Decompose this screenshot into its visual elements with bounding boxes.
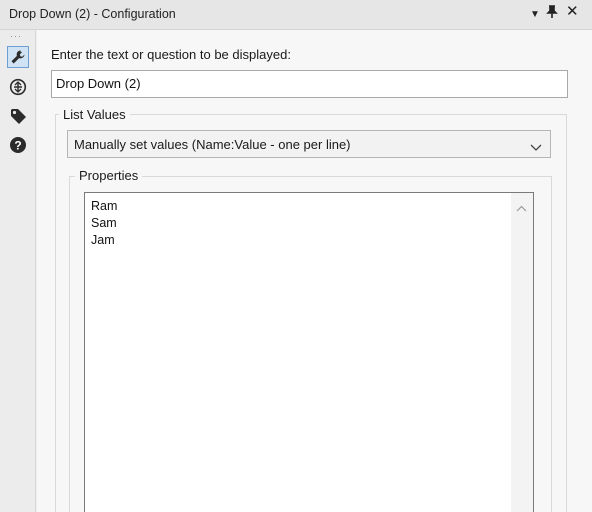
sidebar-item-annotation[interactable] — [7, 105, 29, 127]
prompt-label: Enter the text or question to be display… — [51, 47, 291, 62]
chevron-down-icon — [530, 140, 542, 155]
tag-icon — [9, 107, 27, 125]
vertical-scrollbar[interactable] — [511, 193, 533, 512]
list-mode-value: Manually set values (Name:Value - one pe… — [74, 137, 351, 152]
sidebar: ··· ? — [0, 30, 36, 512]
properties-label: Properties — [75, 168, 143, 183]
sidebar-item-layout[interactable] — [7, 76, 29, 98]
layout-icon — [9, 78, 27, 96]
sidebar-item-help[interactable]: ? — [7, 134, 29, 156]
svg-text:?: ? — [14, 139, 21, 153]
window-title: Drop Down (2) - Configuration — [9, 7, 176, 21]
drag-handle[interactable]: ··· — [10, 31, 22, 41]
help-icon: ? — [9, 136, 27, 154]
values-textarea[interactable]: Ram Sam Jam — [84, 192, 534, 512]
list-mode-dropdown[interactable]: Manually set values (Name:Value - one pe… — [67, 130, 551, 158]
sidebar-item-configuration[interactable] — [7, 46, 29, 68]
value-line: Jam — [91, 233, 115, 247]
window-titlebar: Drop Down (2) - Configuration ▼ ✕ — [0, 0, 592, 30]
values-lines: Ram Sam Jam — [91, 198, 117, 249]
value-line: Ram — [91, 199, 118, 213]
close-icon[interactable]: ✕ — [566, 4, 579, 20]
value-line: Sam — [91, 216, 117, 230]
chevron-up-icon[interactable] — [516, 200, 527, 215]
configuration-panel: Enter the text or question to be display… — [37, 30, 592, 512]
list-values-label: List Values — [59, 107, 130, 122]
window-menu-button[interactable]: ▼ — [530, 7, 540, 23]
prompt-text-field[interactable]: Drop Down (2) — [51, 70, 568, 98]
wrench-icon — [10, 49, 26, 65]
pin-icon[interactable] — [546, 5, 558, 23]
